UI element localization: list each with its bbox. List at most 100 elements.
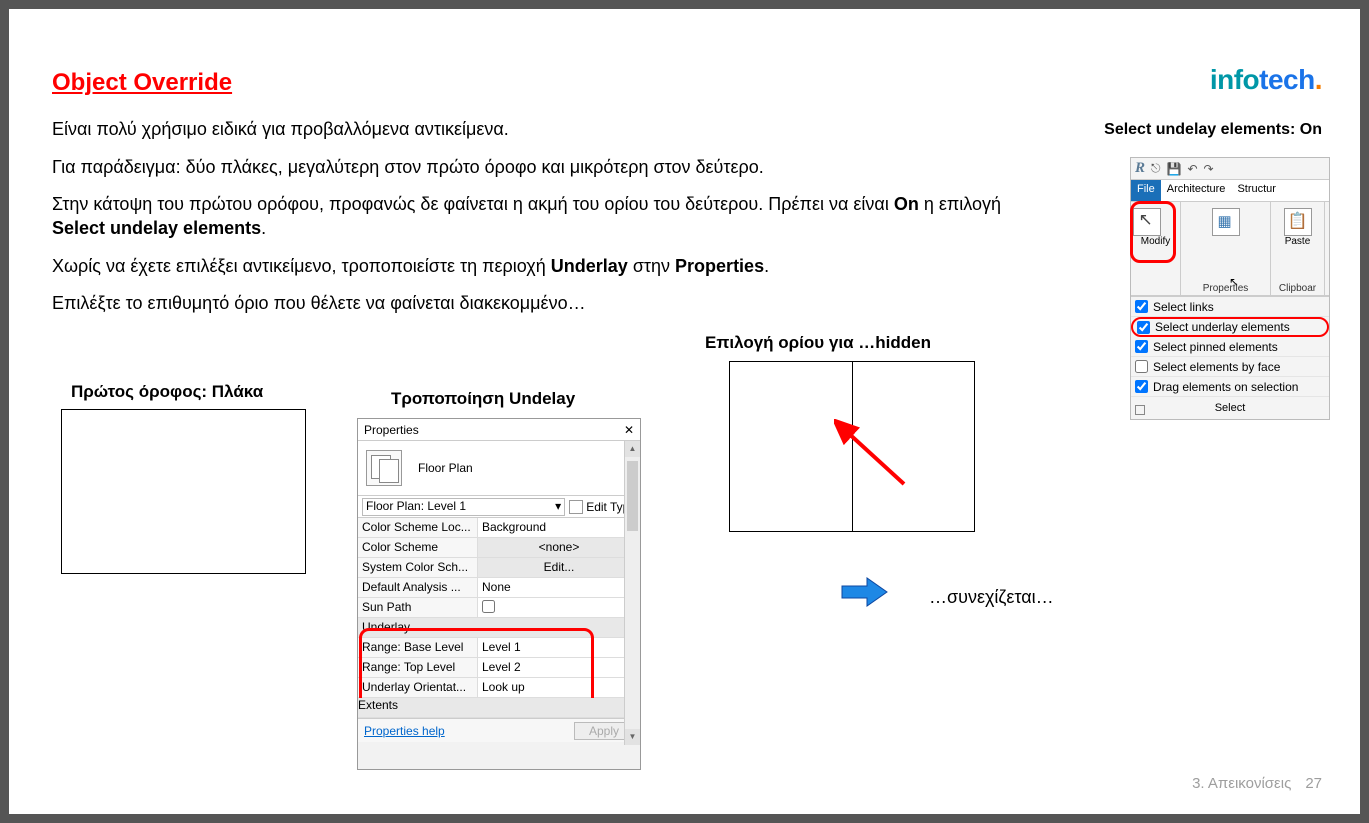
properties-header: Properties ✕ — [358, 419, 640, 441]
scroll-up-icon[interactable]: ▲ — [625, 441, 640, 457]
checkbox-select-pinned[interactable] — [1135, 340, 1148, 353]
select-label: Select — [1215, 402, 1246, 414]
revit-logo-icon: R — [1135, 160, 1145, 177]
section-label: Underlay — [358, 618, 640, 637]
param-row-system-color[interactable]: System Color Sch...Edit... — [358, 558, 640, 578]
p3-on: On — [894, 194, 919, 214]
plabel: Range: Top Level — [358, 658, 478, 677]
param-row-underlay-orient[interactable]: Underlay Orientat...Look up — [358, 678, 640, 698]
select-panel: Modify — [1131, 202, 1181, 295]
underlay-on-label: Select undelay elements: On — [1104, 121, 1322, 139]
scroll-down-icon[interactable]: ▼ — [625, 729, 640, 745]
p4-properties: Properties — [675, 256, 764, 276]
paragraph-5: Επιλέξτε το επιθυμητό όριο που θέλετε να… — [52, 291, 586, 315]
checkbox-select-links[interactable] — [1135, 300, 1148, 313]
plabel: Sun Path — [358, 598, 478, 617]
underlay-section-header: Underlay — [358, 618, 640, 638]
select-panel-footer: Select — [1131, 397, 1329, 419]
tab-structure[interactable]: Structur — [1231, 180, 1282, 201]
label-select-by-face: Select elements by face — [1153, 360, 1280, 374]
plabel: Range: Base Level — [358, 638, 478, 657]
pvalue: Level 2 — [478, 658, 640, 677]
plabel: Default Analysis ... — [358, 578, 478, 597]
checkbox-drag-elements[interactable] — [1135, 380, 1148, 393]
paragraph-2: Για παράδειγμα: δύο πλάκες, μεγαλύτερη σ… — [52, 155, 764, 179]
label-drag-elements: Drag elements on selection — [1153, 380, 1298, 394]
pvalue: Background — [478, 518, 640, 537]
revit-ribbon-screenshot: R ⎋ 💾 ↶ ↷ File Architecture Structur Mod… — [1130, 157, 1330, 420]
p4-text-e: . — [764, 256, 769, 276]
modify-arrow-icon — [1133, 208, 1161, 236]
parameters-area: Color Scheme Loc...Background Color Sche… — [358, 518, 640, 698]
option-select-links[interactable]: Select links — [1131, 297, 1329, 317]
undo-icon[interactable]: ↶ — [1187, 162, 1197, 176]
option-select-pinned[interactable]: Select pinned elements — [1131, 337, 1329, 357]
checkbox-select-underlay[interactable] — [1137, 321, 1150, 334]
pvalue: Edit... — [478, 558, 640, 577]
logo-tech: tech — [1259, 64, 1315, 95]
paste-icon[interactable] — [1284, 208, 1312, 236]
infotech-logo: infotech. — [1210, 64, 1322, 96]
p4-text-a: Χωρίς να έχετε επιλέξει αντικείμενο, τρο… — [52, 256, 551, 276]
param-row-range-top[interactable]: Range: Top LevelLevel 2 — [358, 658, 640, 678]
properties-panel: Properties ✕ Floor Plan Floor Plan: Leve… — [357, 418, 641, 770]
properties-help-link[interactable]: Properties help — [364, 724, 445, 738]
pvalue — [478, 598, 640, 617]
slide-page: Object Override Είναι πολύ χρήσιμο ειδικ… — [9, 9, 1360, 814]
quick-access-toolbar: R ⎋ 💾 ↶ ↷ — [1131, 158, 1329, 180]
properties-scrollbar[interactable]: ▲ ▼ — [624, 441, 640, 745]
edit-type-icon — [569, 500, 583, 514]
open-icon[interactable]: ⎋ — [1151, 161, 1161, 176]
paragraph-3: Στην κάτοψη του πρώτου ορόφου, προφανώς … — [52, 192, 1052, 241]
first-floor-slab-figure — [61, 409, 306, 574]
scroll-thumb[interactable] — [627, 461, 638, 531]
redo-icon[interactable]: ↷ — [1204, 162, 1214, 176]
sun-path-checkbox[interactable] — [482, 600, 495, 613]
modify-label: Modify — [1133, 236, 1179, 247]
instance-dropdown[interactable]: Floor Plan: Level 1 ▾ — [362, 498, 565, 516]
tab-architecture[interactable]: Architecture — [1161, 180, 1232, 201]
type-selector-row[interactable]: Floor Plan — [358, 441, 640, 496]
close-icon[interactable]: ✕ — [624, 423, 634, 437]
p4-text-c: στην — [628, 256, 675, 276]
extents-section-header: Extents — [358, 698, 640, 718]
p3-text-e: . — [261, 218, 266, 238]
modify-button[interactable]: Modify — [1133, 204, 1179, 247]
pvalue: None — [478, 578, 640, 597]
instance-row: Floor Plan: Level 1 ▾ Edit Type — [358, 496, 640, 518]
option-select-underlay[interactable]: Select underlay elements — [1131, 317, 1329, 337]
paragraph-1: Είναι πολύ χρήσιμο ειδικά για προβαλλόμε… — [52, 117, 509, 141]
footer-page-number: 27 — [1305, 775, 1322, 792]
properties-title: Properties — [364, 423, 419, 437]
label-select-underlay: Select underlay elements — [1155, 320, 1290, 334]
plabel: Underlay Orientat... — [358, 678, 478, 697]
plabel: Color Scheme — [358, 538, 478, 557]
param-row-default-analysis[interactable]: Default Analysis ...None — [358, 578, 640, 598]
page-footer: 3. Απεικονίσεις 27 — [1192, 775, 1322, 792]
p3-text-c: η επιλογή — [919, 194, 1001, 214]
tab-file[interactable]: File — [1131, 180, 1161, 201]
p3-select-undelay: Select undelay elements — [52, 218, 261, 238]
option-select-by-face[interactable]: Select elements by face — [1131, 357, 1329, 377]
param-row-color-scheme-loc[interactable]: Color Scheme Loc...Background — [358, 518, 640, 538]
plabel: System Color Sch... — [358, 558, 478, 577]
continue-text: …συνεχίζεται… — [929, 587, 1054, 608]
param-row-color-scheme[interactable]: Color Scheme<none> — [358, 538, 640, 558]
param-row-sun-path[interactable]: Sun Path — [358, 598, 640, 618]
pvalue: Level 1 — [478, 638, 640, 657]
paragraph-4: Χωρίς να έχετε επιλέξει αντικείμενο, τρο… — [52, 254, 769, 278]
param-row-range-base[interactable]: Range: Base LevelLevel 1 — [358, 638, 640, 658]
ribbon-panels: Modify ↖ Properties Paste Clipboar — [1131, 202, 1329, 296]
ribbon-tabs: File Architecture Structur — [1131, 180, 1329, 202]
selection-options: Select links Select underlay elements Se… — [1131, 296, 1329, 397]
properties-icon[interactable] — [1212, 208, 1240, 236]
panel-launcher-icon[interactable] — [1135, 405, 1145, 415]
option-drag-elements[interactable]: Drag elements on selection — [1131, 377, 1329, 397]
caption-hidden: Επιλογή ορίου για …hidden — [705, 333, 931, 353]
properties-panel-ribbon: ↖ Properties — [1181, 202, 1271, 295]
save-icon[interactable]: 💾 — [1167, 162, 1182, 176]
checkbox-select-by-face[interactable] — [1135, 360, 1148, 373]
caption-first-floor: Πρώτος όροφος: Πλάκα — [71, 382, 263, 402]
p3-text-a: Στην κάτοψη του πρώτου ορόφου, προφανώς … — [52, 194, 894, 214]
floor-plan-label: Floor Plan — [418, 461, 473, 475]
